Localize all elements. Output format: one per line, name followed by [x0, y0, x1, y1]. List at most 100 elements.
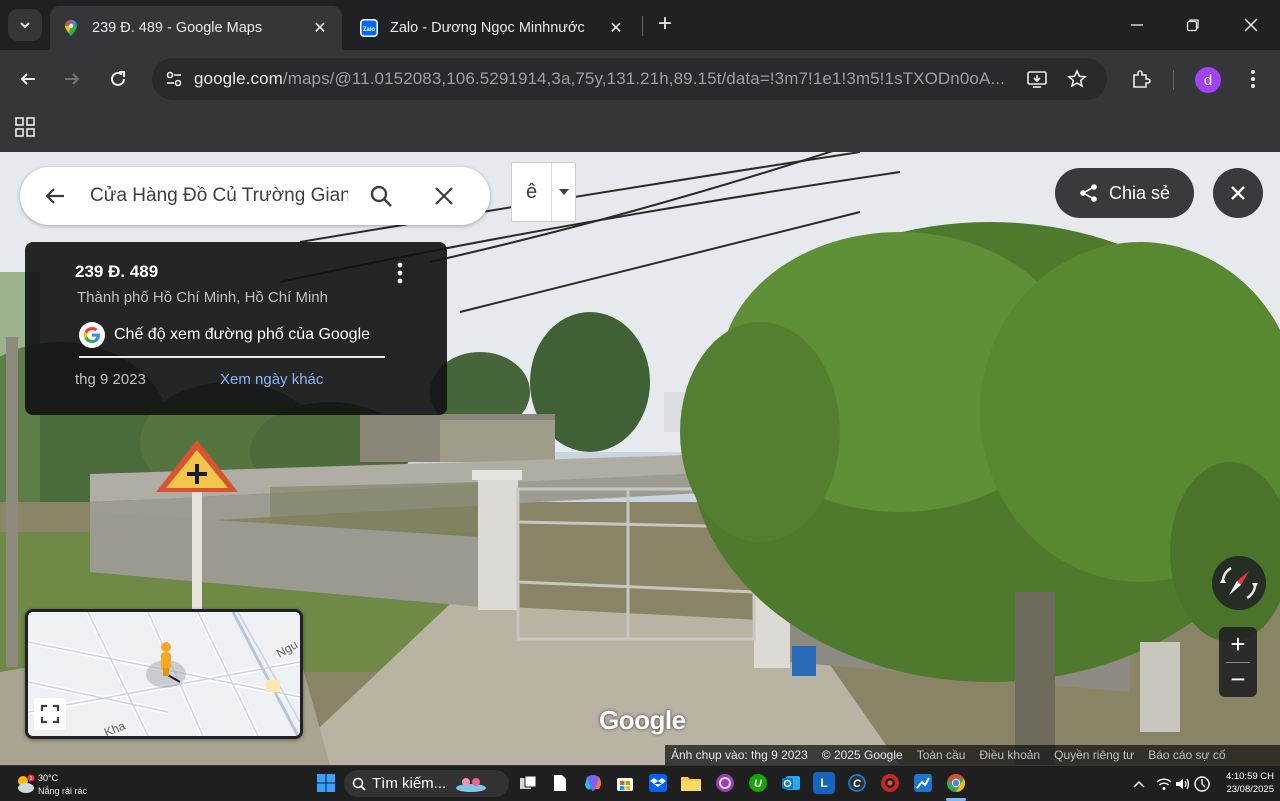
dropbox-icon[interactable]: [647, 772, 669, 794]
more-options-button[interactable]: [397, 262, 413, 288]
new-tab-button[interactable]: +: [652, 12, 678, 38]
tab-separator: [642, 16, 643, 36]
attribution-bar: Ảnh chụp vào: thg 9 2023 © 2025 Google T…: [665, 745, 1280, 765]
address-title: 239 Đ. 489: [75, 262, 159, 281]
windows-taskbar: 1 30°C Nắng rải rác Tìm kiếm... U L C 4:…: [0, 765, 1280, 801]
global-link[interactable]: Toàn cầu: [917, 748, 966, 762]
tab-zalo[interactable]: Zalo Zalo - Dương Ngọc Minhnước ✕: [348, 6, 638, 50]
file-explorer-icon[interactable]: [680, 772, 702, 794]
file-icon[interactable]: [549, 772, 571, 794]
clear-search-button[interactable]: [414, 167, 474, 225]
zalo-icon: Zalo: [360, 19, 378, 37]
search-input[interactable]: Cửa Hàng Đồ Củ Trường Giang: [90, 185, 348, 207]
app-purple-icon[interactable]: [714, 772, 736, 794]
show-hidden-icons[interactable]: [1132, 766, 1146, 801]
minimap[interactable]: Ngu Kha: [25, 609, 303, 739]
see-other-dates-link[interactable]: Xem ngày khác: [220, 371, 323, 388]
search-highlight-icon: [456, 777, 487, 792]
ime-input-indicator[interactable]: ê: [511, 162, 576, 222]
restore-button[interactable]: [1178, 10, 1208, 40]
forward-button[interactable]: [57, 64, 87, 94]
star-icon: [1067, 69, 1087, 88]
windows-start-icon[interactable]: [315, 772, 337, 794]
app-l-icon[interactable]: L: [813, 772, 835, 794]
close-tab-icon[interactable]: ✕: [606, 18, 626, 38]
url-path: /maps/@11.0152083,106.5291914,3a,75y,131…: [282, 69, 1005, 88]
minimize-button[interactable]: [1122, 10, 1152, 40]
expand-map-button[interactable]: [34, 698, 66, 730]
volume-icon: [1176, 778, 1190, 789]
apps-shortcut[interactable]: [14, 116, 38, 140]
ime-dropdown[interactable]: [552, 163, 575, 221]
chrome-icon[interactable]: [945, 772, 967, 794]
close-window-button[interactable]: [1236, 10, 1266, 40]
clock-date: 23/08/2025: [1226, 784, 1274, 795]
volume-status[interactable]: [1175, 766, 1191, 801]
wifi-status[interactable]: [1156, 766, 1172, 801]
microsoft-store-icon[interactable]: [614, 772, 636, 794]
upwork-icon[interactable]: U: [747, 772, 769, 794]
privacy-link[interactable]: Quyền riêng tư: [1054, 748, 1134, 762]
search-button[interactable]: [348, 167, 414, 225]
install-app-button[interactable]: [1017, 58, 1057, 100]
install-icon: [1027, 71, 1047, 88]
app-red-icon[interactable]: [879, 772, 901, 794]
svg-text:C: C: [853, 778, 862, 790]
site-info-button[interactable]: [154, 58, 194, 100]
system-clock[interactable]: 4:10:59 CH 23/08/2025: [1214, 770, 1274, 796]
bookmark-star-button[interactable]: [1057, 58, 1097, 100]
compass-icon: [1220, 566, 1258, 600]
google-g-icon: [79, 322, 105, 348]
taskbar-search[interactable]: Tìm kiếm...: [344, 770, 509, 797]
google-maps-pin-icon: [65, 20, 77, 36]
browser-menu-button[interactable]: [1240, 64, 1266, 94]
minimap-roads: [28, 612, 300, 736]
arrow-right-icon: [65, 73, 80, 85]
toolbar-separator: [1173, 70, 1174, 90]
browser-toolbar: google.com/maps/@11.0152083,106.5291914,…: [0, 50, 1280, 110]
share-button[interactable]: Chia sẻ: [1055, 168, 1194, 218]
back-to-map-button[interactable]: [20, 167, 90, 225]
weather-temperature: 30°C: [38, 773, 59, 783]
report-problem-link[interactable]: Báo cáo sự cố: [1148, 748, 1225, 762]
street-view-label: Chế độ xem đường phố của Google: [114, 326, 371, 343]
close-tab-icon[interactable]: ✕: [310, 18, 330, 38]
profile-avatar[interactable]: d: [1195, 67, 1221, 93]
terms-link[interactable]: Điều khoản: [979, 748, 1040, 762]
svg-text:Zalo: Zalo: [363, 27, 376, 33]
close-icon: [1244, 18, 1258, 32]
copyright: © 2025 Google: [821, 748, 903, 762]
back-button[interactable]: [13, 64, 43, 94]
minimize-icon: [1131, 24, 1143, 26]
copilot-icon[interactable]: [582, 772, 604, 794]
app-c-icon[interactable]: C: [846, 772, 868, 794]
address-bar[interactable]: google.com/maps/@11.0152083,106.5291914,…: [152, 58, 1107, 100]
tab-google-maps[interactable]: 239 Đ. 489 - Google Maps ✕: [50, 6, 342, 50]
street-view-panorama[interactable]: Cửa Hàng Đồ Củ Trường Giang ê Chia sẻ 23…: [0, 152, 1280, 765]
share-label: Chia sẻ: [1108, 182, 1171, 203]
close-street-view-button[interactable]: [1213, 168, 1263, 218]
wifi-icon: [1156, 777, 1172, 790]
task-view-icon[interactable]: [517, 772, 539, 794]
zoom-out-button[interactable]: −: [1219, 662, 1257, 697]
capture-info: Ảnh chụp vào: thg 9 2023: [671, 748, 808, 762]
battery-status[interactable]: [1194, 766, 1210, 801]
app-chart-icon[interactable]: [912, 772, 934, 794]
tab-title: 239 Đ. 489 - Google Maps: [92, 20, 263, 36]
svg-text:U: U: [754, 778, 763, 790]
tab-strip: 239 Đ. 489 - Google Maps ✕ Zalo Zalo - D…: [0, 0, 1280, 50]
compass-button[interactable]: [1212, 556, 1266, 610]
puzzle-icon: [1133, 70, 1151, 88]
url-host: google.com: [194, 69, 283, 88]
svg-text:1: 1: [30, 776, 33, 782]
url-text[interactable]: google.com/maps/@11.0152083,106.5291914,…: [194, 69, 1017, 89]
reload-button[interactable]: [103, 64, 133, 94]
zoom-divider: [1226, 662, 1250, 663]
share-icon: [1079, 183, 1099, 203]
outlook-icon[interactable]: [780, 772, 802, 794]
tab-search-button[interactable]: [8, 9, 42, 41]
extensions-button[interactable]: [1126, 64, 1156, 94]
zoom-in-button[interactable]: +: [1219, 627, 1257, 662]
partly-sunny-icon: 1: [18, 774, 35, 793]
weather-widget[interactable]: 1 30°C Nắng rải rác: [14, 769, 104, 799]
